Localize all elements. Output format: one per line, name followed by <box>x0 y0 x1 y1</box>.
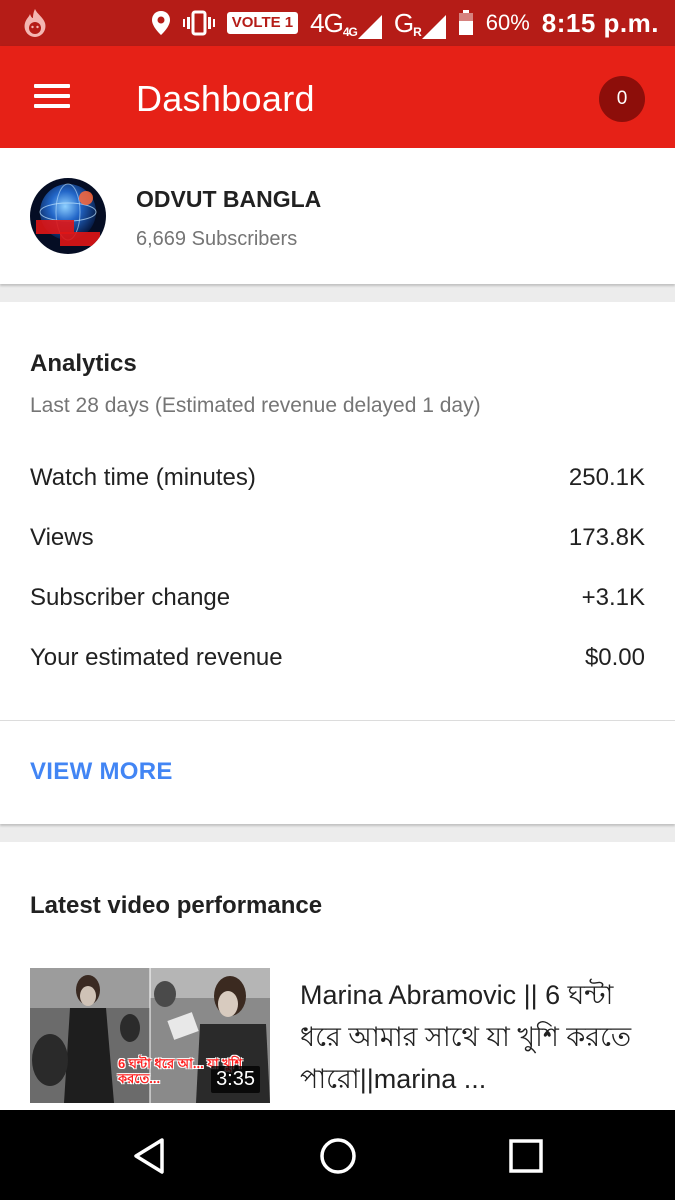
latest-video-title: Latest video performance <box>30 892 323 919</box>
network-g-sup: R <box>413 24 422 39</box>
battery-percent: 60% <box>485 10 530 35</box>
page-title: Dashboard <box>136 78 315 119</box>
vibrate-icon <box>182 10 215 36</box>
status-time: 8:15 p.m. <box>541 7 659 38</box>
recent-apps-icon[interactable] <box>504 1134 548 1178</box>
network-g-label: G <box>393 7 414 38</box>
metric-label: Subscriber change <box>30 584 231 611</box>
notification-badge[interactable]: 0 <box>599 76 645 122</box>
analytics-subtitle: Last 28 days (Estimated revenue delayed … <box>30 394 481 417</box>
channel-name[interactable]: ODVUT BANGLA <box>136 186 321 213</box>
metric-value: +3.1K <box>581 584 645 611</box>
latest-video-card: Latest video performance 6 ঘন্টা ধরে আ..… <box>0 842 675 1112</box>
video-duration: 3:35 <box>211 1066 260 1093</box>
battery-icon <box>458 10 474 36</box>
metric-label: Views <box>30 524 94 551</box>
app-bar: Dashboard 0 <box>0 46 675 148</box>
signal-icon <box>421 14 446 39</box>
hamburger-menu-icon[interactable] <box>28 74 76 118</box>
video-title[interactable]: Marina Abramovic || 6 ঘন্টা ধরে আমার সাথ… <box>300 974 645 1100</box>
network-4g-label: 4G <box>310 7 344 38</box>
location-icon <box>151 10 171 36</box>
signal-icon <box>357 14 382 39</box>
analytics-title: Analytics <box>30 350 137 377</box>
back-icon[interactable] <box>128 1134 172 1178</box>
channel-card <box>0 148 675 284</box>
status-bar: VOLTE 1 4G 4G GR 60% 8:15 p.m. <box>0 0 675 46</box>
metric-label: Watch time (minutes) <box>30 464 256 491</box>
home-icon[interactable] <box>316 1134 360 1178</box>
network-4g-indicator: 4G 4G <box>310 8 382 39</box>
divider <box>0 720 675 721</box>
view-more-button[interactable]: VIEW MORE <box>30 758 173 786</box>
metric-value: 250.1K <box>568 464 645 491</box>
metric-row-revenue: Your estimated revenue $0.00 <box>30 638 645 678</box>
metric-label: Your estimated revenue <box>30 644 283 671</box>
metric-row-watch-time: Watch time (minutes) 250.1K <box>30 458 645 498</box>
network-g-indicator: GR <box>394 8 446 39</box>
volte-badge: VOLTE 1 <box>226 12 299 34</box>
video-thumbnail[interactable]: 6 ঘন্টা ধরে আ... যা খুশি করতে... 3:35 <box>30 968 270 1103</box>
system-navigation-bar <box>0 1110 675 1200</box>
metric-value: 173.8K <box>568 524 645 551</box>
analytics-card: Analytics Last 28 days (Estimated revenu… <box>0 302 675 824</box>
network-4g-sup: 4G <box>342 24 358 39</box>
metric-row-subscriber-change: Subscriber change +3.1K <box>30 578 645 618</box>
channel-subscriber-count: 6,669 Subscribers <box>136 228 298 250</box>
metric-value: $0.00 <box>584 644 645 671</box>
metric-row-views: Views 173.8K <box>30 518 645 558</box>
app-notification-icon <box>22 8 48 38</box>
channel-avatar[interactable] <box>30 178 106 254</box>
